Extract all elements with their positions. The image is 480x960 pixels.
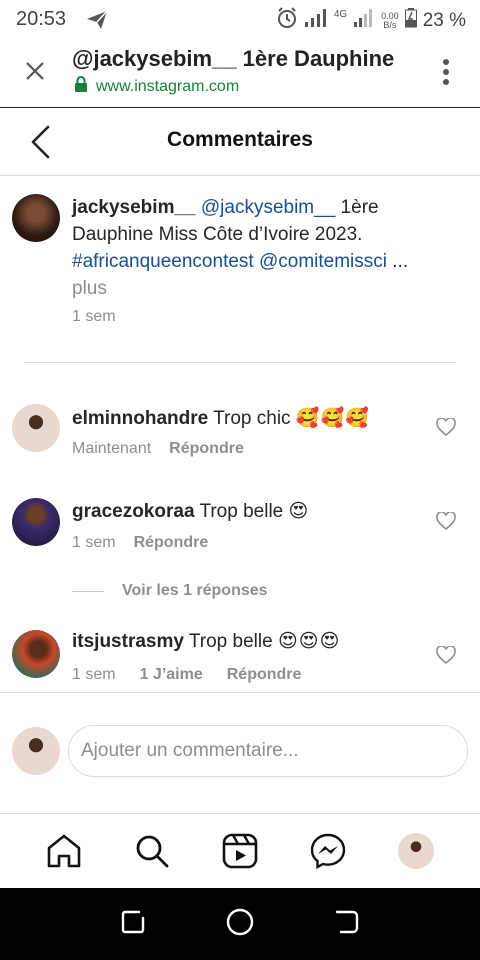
status-indicators: 4G 0.00 B/s 23 %: [276, 7, 466, 34]
caption-username[interactable]: jackysebim__: [72, 197, 196, 218]
more-link[interactable]: plus: [72, 278, 107, 299]
list-item: elminnohandre Trop chic 🥰🥰🥰 Maintenant R…: [0, 394, 480, 484]
comment-body: gracezokoraa Trop belle 😍: [72, 500, 309, 523]
avatar[interactable]: [12, 194, 60, 242]
battery-percent: 23 %: [422, 9, 466, 31]
comment-input-bar: [0, 692, 480, 814]
comment-meta: 1 sem 1 J’aime Répondre: [72, 666, 301, 684]
comment-text: Trop belle: [199, 501, 284, 522]
caption-mention-2[interactable]: @comitemissci: [259, 251, 387, 272]
lock-icon: [74, 76, 88, 98]
system-nav-bar: [0, 888, 480, 960]
replies-line: [72, 590, 104, 592]
comment-body: elminnohandre Trop chic 🥰🥰🥰: [72, 406, 370, 430]
url-bar[interactable]: www.instagram.com: [74, 76, 239, 98]
comment-username[interactable]: itsjustrasmy: [72, 631, 184, 652]
view-replies-label: Voir les 1 réponses: [122, 582, 268, 599]
heart-icon[interactable]: [436, 511, 456, 535]
avatar[interactable]: [12, 498, 60, 546]
search-icon[interactable]: [124, 823, 180, 879]
speed-unit: B/s: [383, 19, 397, 30]
caption-time: 1 sem: [72, 308, 116, 325]
signal-icon: [304, 8, 328, 33]
avatar[interactable]: [12, 404, 60, 452]
battery-icon: [404, 8, 417, 33]
comment-input[interactable]: [68, 725, 468, 777]
caption-ellipsis: ...: [387, 251, 409, 272]
close-icon[interactable]: [24, 60, 46, 87]
browser-toolbar: @jackysebim__ 1ère Dauphine www.instagra…: [0, 38, 480, 108]
send-icon: [86, 10, 108, 35]
home-button-icon[interactable]: [225, 907, 255, 942]
comments-header: Commentaires: [0, 108, 480, 176]
network-type: 4G: [333, 9, 348, 20]
divider: [24, 362, 456, 363]
url-text: www.instagram.com: [96, 78, 240, 95]
comment-time: Maintenant: [72, 440, 152, 457]
comment-emoji: 😍: [288, 501, 310, 522]
list-item: itsjustrasmy Trop belle 😍😍😍 1 sem 1 J’ai…: [0, 622, 480, 692]
reply-button[interactable]: Répondre: [227, 666, 302, 684]
bottom-nav: [0, 814, 480, 888]
status-bar: 20:53 4G 0.00 B/s 23 %: [0, 0, 480, 38]
comment-meta: 1 sem Répondre: [72, 534, 208, 552]
avatar: [12, 727, 60, 775]
reply-button[interactable]: Répondre: [134, 534, 209, 552]
comment-time: 1 sem: [72, 666, 116, 683]
caption-hashtag[interactable]: #africanqueencontest: [72, 251, 254, 272]
reply-button[interactable]: Répondre: [169, 440, 244, 458]
likes-count[interactable]: 1 J’aime: [140, 666, 203, 684]
caption-mention[interactable]: @jackysebim__: [201, 197, 335, 218]
view-replies-button[interactable]: Voir les 1 réponses: [72, 582, 268, 600]
comment-text: Trop chic: [213, 408, 291, 429]
comment-username[interactable]: elminnohandre: [72, 408, 208, 429]
comment-time: 1 sem: [72, 534, 116, 551]
page-title: @jackysebim__ 1ère Dauphine: [72, 46, 395, 71]
comment-emoji: 😍😍😍: [277, 631, 341, 652]
profile-tab[interactable]: [388, 823, 444, 879]
back-icon[interactable]: [333, 908, 361, 941]
avatar: [398, 833, 434, 869]
home-icon[interactable]: [36, 823, 92, 879]
messenger-icon[interactable]: [300, 823, 356, 879]
comment-text: Trop belle: [188, 631, 273, 652]
comment-emoji: 🥰🥰🥰: [295, 408, 370, 429]
comment-username[interactable]: gracezokoraa: [72, 501, 195, 522]
heart-icon[interactable]: [436, 645, 456, 669]
recents-icon[interactable]: [119, 908, 147, 941]
reels-icon[interactable]: [212, 823, 268, 879]
post-caption: jackysebim__ @jackysebim__ 1ère Dauphine…: [0, 176, 480, 362]
comment-body: itsjustrasmy Trop belle 😍😍😍: [72, 630, 340, 653]
heart-icon[interactable]: [436, 417, 456, 441]
network-speed: 0.00 B/s: [381, 11, 399, 30]
list-item: gracezokoraa Trop belle 😍 1 sem Répondre: [0, 488, 480, 578]
status-time: 20:53: [16, 8, 67, 30]
header-title: Commentaires: [167, 128, 313, 151]
caption-text: jackysebim__ @jackysebim__ 1ère Dauphine…: [72, 194, 462, 302]
alarm-icon: [276, 7, 298, 34]
avatar[interactable]: [12, 630, 60, 678]
more-vert-icon[interactable]: [442, 58, 450, 91]
signal-icon-2: [353, 8, 375, 33]
comment-meta: Maintenant Répondre: [72, 440, 244, 458]
